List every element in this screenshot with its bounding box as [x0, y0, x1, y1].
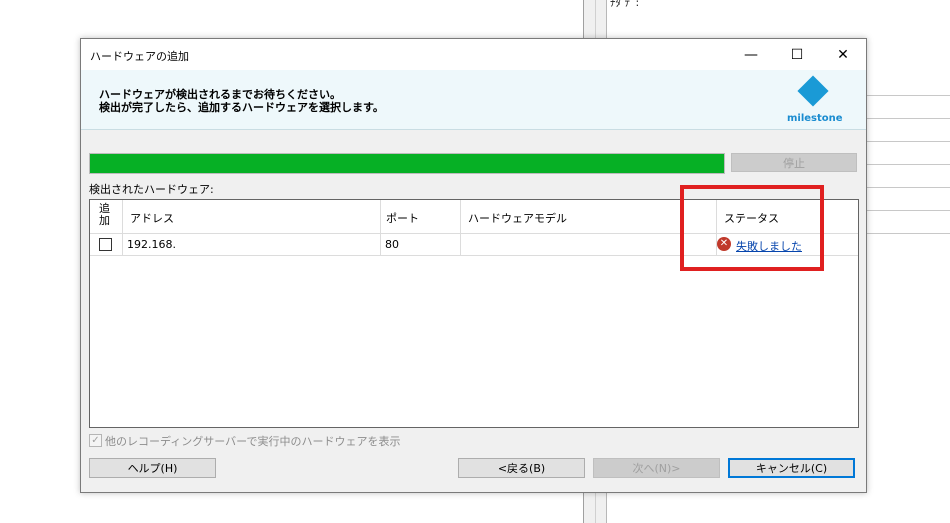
back-button[interactable]: <戻る(B)	[458, 458, 585, 478]
cancel-button[interactable]: キャンセル(C)	[728, 458, 855, 478]
help-button[interactable]: ヘルプ(H)	[89, 458, 216, 478]
row-model-cell	[461, 234, 717, 255]
col-port-label: ポート	[386, 212, 419, 225]
title-bar[interactable]: ハードウェアの追加 — ☐ ✕	[81, 39, 866, 70]
background-row-line	[865, 95, 950, 96]
background-row-line	[865, 187, 950, 188]
col-port-header[interactable]: ポート	[381, 200, 461, 233]
address-value: 192.168.	[127, 238, 176, 251]
milestone-logo-icon	[797, 75, 829, 107]
background-row-line	[865, 118, 950, 119]
background-label: ﾁﾀ ﾃﾞ:	[610, 0, 640, 9]
row-address-cell: 192.168.	[123, 234, 381, 255]
dialog-title: ハードウェアの追加	[90, 50, 189, 63]
minimize-button[interactable]: —	[728, 39, 774, 70]
col-add-header: 追 加	[90, 200, 123, 233]
background-row-line	[865, 141, 950, 142]
col-model-header[interactable]: ハードウェアモデル	[461, 200, 717, 233]
detection-progress-bar	[89, 153, 725, 174]
progress-fill	[90, 154, 724, 173]
col-add-label: 追 加	[99, 202, 110, 227]
highlight-annotation-box	[680, 185, 824, 271]
maximize-button[interactable]: ☐	[774, 39, 820, 70]
col-model-label: ハードウェアモデル	[468, 212, 567, 225]
show-running-label: 他のレコーディングサーバーで実行中のハードウェアを表示	[105, 435, 401, 448]
instruction-header: ハードウェアが検出されるまでお待ちください。 検出が完了したら、追加するハードウ…	[81, 70, 866, 130]
show-running-checkbox[interactable]: ✓	[89, 434, 102, 447]
col-address-header[interactable]: アドレス	[123, 200, 381, 233]
close-button[interactable]: ✕	[820, 39, 866, 70]
background-row-line	[865, 164, 950, 165]
detected-hardware-label: 検出されたハードウェア:	[89, 183, 214, 196]
port-value: 80	[385, 238, 399, 251]
row-port-cell: 80	[381, 234, 461, 255]
add-checkbox[interactable]	[99, 238, 112, 251]
milestone-logo-text: milestone	[787, 113, 843, 124]
background-row-line	[865, 233, 950, 234]
stop-button[interactable]: 停止	[731, 153, 857, 172]
row-add-cell	[90, 234, 123, 255]
background-row-line	[865, 210, 950, 211]
instruction-line-2: 検出が完了したら、追加するハードウェアを選択します。	[99, 101, 384, 114]
col-address-label: アドレス	[130, 212, 174, 225]
next-button[interactable]: 次へ(N)>	[593, 458, 720, 478]
